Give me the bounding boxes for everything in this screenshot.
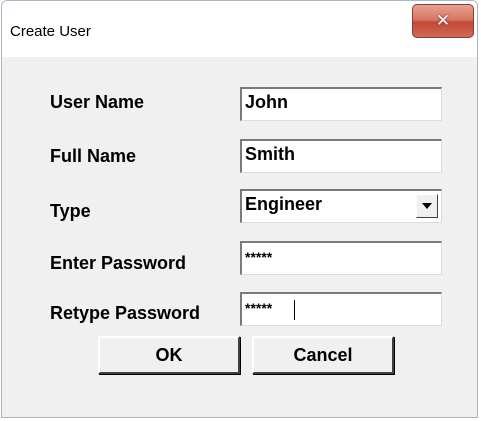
ok-button[interactable]: OK <box>98 336 240 374</box>
chevron-down-icon <box>422 203 432 209</box>
retype-password-label: Retype Password <box>50 303 201 323</box>
close-button[interactable]: ✕ <box>412 4 474 38</box>
dialog-body: User Name John Full Name Smith Type Engi… <box>2 57 477 417</box>
full-name-value: Smith <box>245 144 296 164</box>
enter-password-label: Enter Password <box>50 253 187 273</box>
create-user-dialog: Create User ✕ User Name John Full Name S… <box>1 0 478 418</box>
retype-password-mask: ***** <box>245 300 273 316</box>
type-select[interactable]: Engineer <box>240 189 442 223</box>
dropdown-arrow-icon[interactable] <box>416 194 438 218</box>
window-title: Create User <box>10 23 91 40</box>
full-name-label: Full Name <box>50 146 137 166</box>
close-icon: ✕ <box>435 11 451 31</box>
user-name-label: User Name <box>50 92 145 112</box>
text-cursor <box>294 300 295 320</box>
type-label: Type <box>50 201 91 221</box>
title-bar: Create User ✕ <box>2 1 477 57</box>
user-name-input[interactable]: John <box>240 87 442 121</box>
user-name-value: John <box>245 92 288 112</box>
full-name-input[interactable]: Smith <box>240 139 442 173</box>
retype-password-input[interactable]: ***** <box>240 292 442 326</box>
enter-password-mask: ***** <box>245 249 273 265</box>
enter-password-input[interactable]: ***** <box>240 241 442 275</box>
type-selected-value: Engineer <box>245 194 323 214</box>
cancel-button[interactable]: Cancel <box>252 336 394 374</box>
